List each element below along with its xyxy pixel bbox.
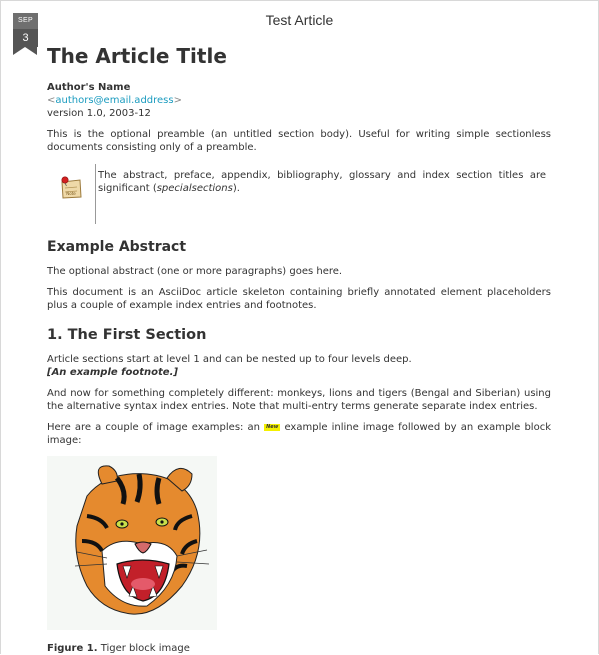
- abstract-heading: Example Abstract: [47, 239, 187, 255]
- abstract-paragraph-1: The optional abstract (one or more parag…: [47, 266, 343, 277]
- section-1-paragraph-1: Article sections start at level 1 and ca…: [47, 353, 551, 379]
- abstract-paragraph-2: This document is an AsciiDoc article ske…: [47, 287, 551, 311]
- image-intro-text: Here are a couple of image examples: an: [47, 422, 265, 433]
- date-badge-day: 3: [13, 29, 38, 47]
- note-text: The abstract, preface, appendix, bibliog…: [98, 169, 546, 195]
- section-1-heading: 1. The First Section: [47, 327, 207, 343]
- figure-label: Figure 1.: [47, 643, 98, 654]
- section-1-paragraph-2: And now for something completely differe…: [47, 388, 551, 412]
- new-inline-image: New: [264, 423, 281, 431]
- author-name: Author's Name: [47, 82, 131, 93]
- figure-caption-text: Tiger block image: [100, 643, 190, 654]
- author-email-line: <authors@email.address>: [47, 94, 551, 107]
- section-1-text: Article sections start at level 1 and ca…: [47, 354, 412, 365]
- ribbon-tail: [13, 47, 37, 55]
- article-title: The Article Title: [47, 44, 227, 68]
- section-1-paragraph-3: Here are a couple of image examples: an …: [47, 421, 551, 447]
- window-title: Test Article: [265, 12, 334, 28]
- preamble-paragraph: This is the optional preamble (an untitl…: [47, 129, 551, 153]
- note-icon-cell: Note: [47, 164, 96, 224]
- note-admonition: Note The abstract, preface, appendix, bi…: [47, 164, 551, 224]
- figure-caption: Figure 1. Tiger block image: [47, 642, 551, 655]
- note-text-end: ).: [232, 183, 240, 194]
- note-icon: Note: [61, 176, 82, 199]
- tiger-image: [74, 465, 210, 615]
- email-bracket-close: >: [173, 95, 182, 106]
- date-badge: SEP 3: [13, 13, 38, 55]
- note-icon-label: Note: [66, 191, 76, 196]
- note-text-italic: specialsections: [156, 183, 233, 194]
- tiger-block-image: [47, 456, 217, 630]
- date-badge-month: SEP: [13, 13, 38, 29]
- author-email-link[interactable]: authors@email.address: [55, 95, 173, 106]
- version-line: version 1.0, 2003-12: [47, 108, 151, 119]
- article-content: The Article Title Author's Name <authors…: [47, 42, 551, 655]
- footnote-link[interactable]: [An example footnote.]: [47, 367, 178, 378]
